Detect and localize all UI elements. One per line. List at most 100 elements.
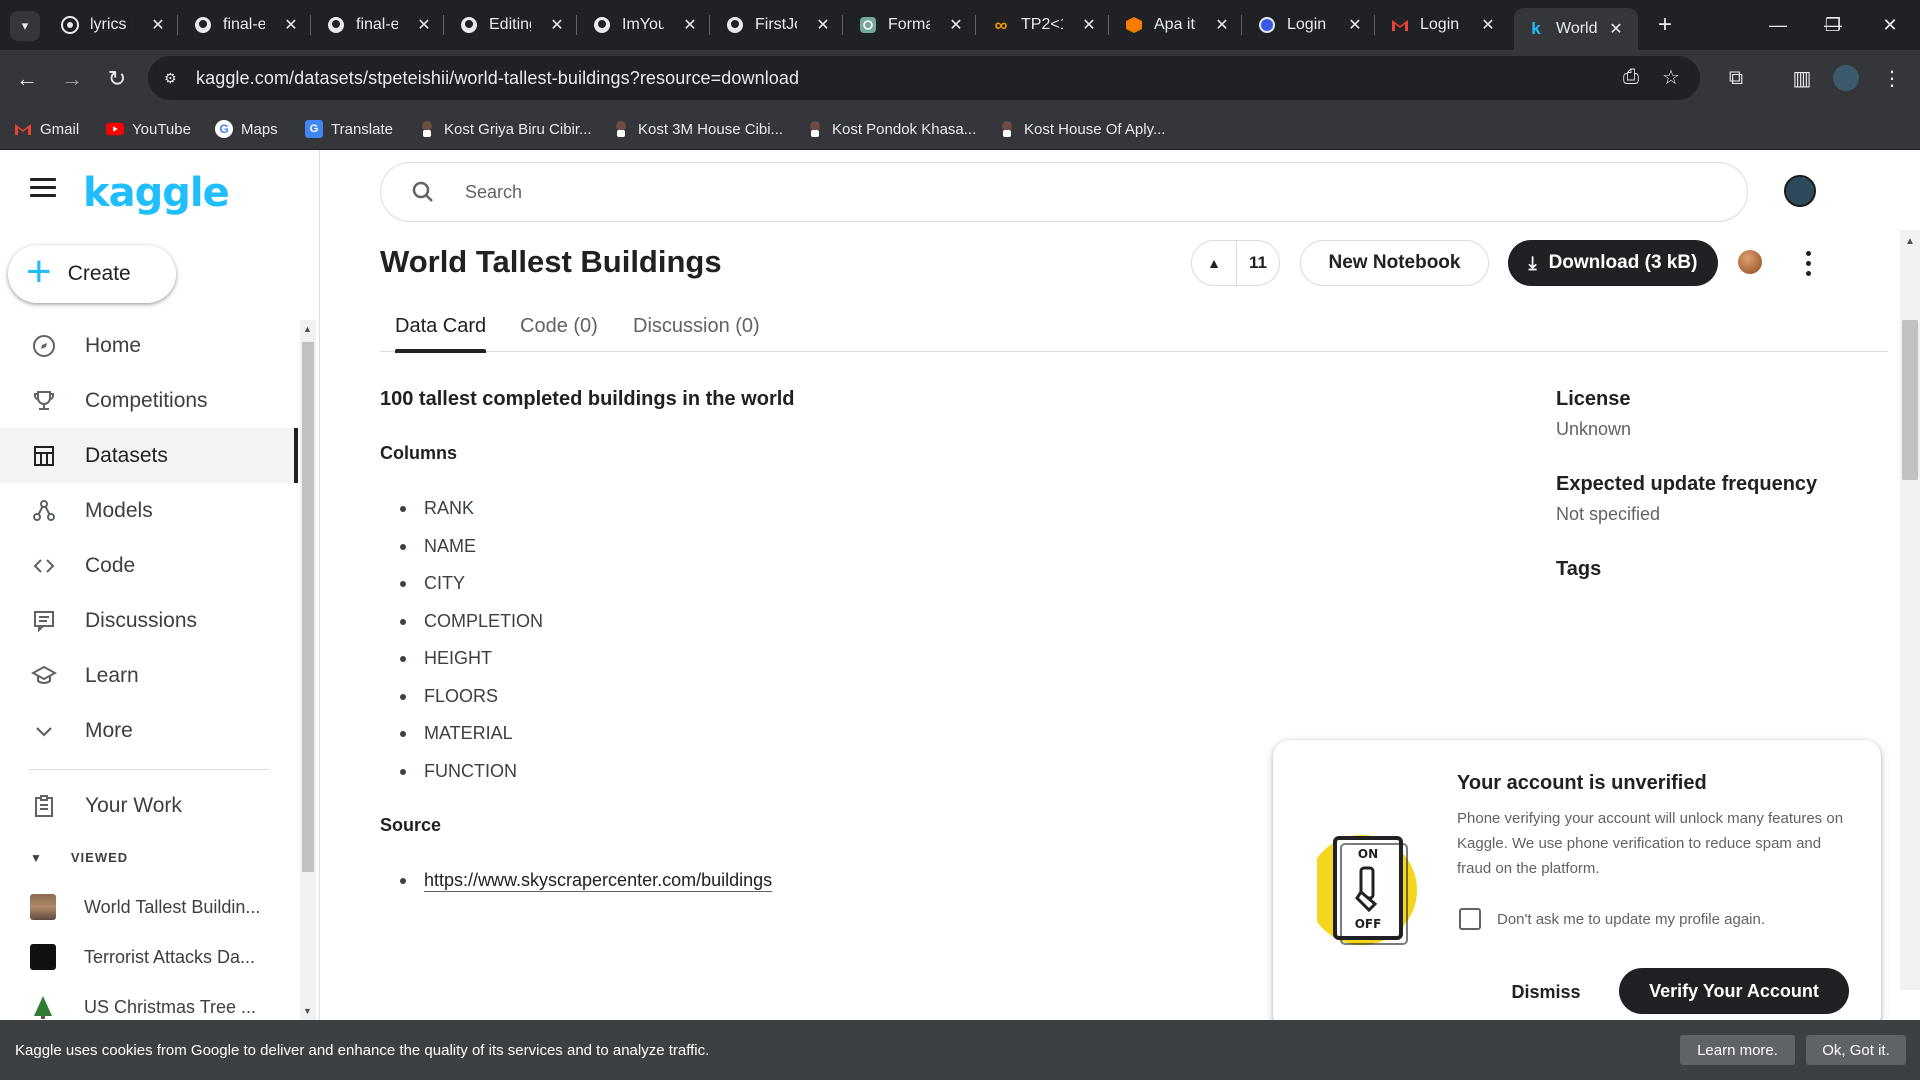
download-button[interactable]: ⤓ Download (3 kB) — [1508, 240, 1718, 286]
close-icon[interactable]: ✕ — [150, 15, 166, 35]
sidebar: kaggle + Create Home Competitions Datase… — [0, 150, 320, 1080]
side-panel-icon[interactable]: ▥ — [1786, 62, 1818, 94]
trophy-icon — [30, 387, 58, 415]
kaggle-k-icon: k — [1531, 19, 1541, 38]
sidebar-item-learn[interactable]: Learn — [0, 648, 298, 703]
dismiss-button[interactable]: Dismiss — [1491, 970, 1601, 1014]
restore-window-icon[interactable]: ❐ — [1818, 10, 1848, 40]
bookmark-kost[interactable]: Kost House Of Aply... — [998, 116, 1165, 142]
close-icon[interactable]: ✕ — [682, 15, 698, 35]
checkbox-box[interactable] — [1459, 908, 1481, 930]
browser-tab[interactable]: ImYour ✕ — [592, 8, 698, 42]
close-icon[interactable]: ✕ — [815, 15, 831, 35]
install-app-icon[interactable]: ⎙ — [1616, 62, 1646, 92]
dont-ask-checkbox[interactable]: Don't ask me to update my profile again. — [1459, 908, 1765, 930]
scrollbar-thumb[interactable] — [1902, 320, 1918, 480]
sidebar-item-competitions[interactable]: Competitions — [0, 373, 298, 428]
viewed-item[interactable]: US Christmas Tree ... — [30, 992, 256, 1022]
sidebar-item-code[interactable]: Code — [0, 538, 298, 593]
kost-icon — [612, 120, 630, 138]
bookmark-kost[interactable]: Kost Griya Biru Cibir... — [418, 116, 592, 142]
close-icon[interactable]: ✕ — [416, 15, 432, 35]
sidebar-item-your-work[interactable]: Your Work — [0, 778, 298, 833]
more-options-icon[interactable] — [1797, 248, 1819, 278]
browser-tab[interactable]: Forma ✕ — [858, 8, 964, 42]
sidebar-item-more[interactable]: More — [0, 703, 298, 758]
scroll-down-arrow[interactable]: ▼ — [303, 1006, 312, 1016]
verify-account-button[interactable]: Verify Your Account — [1619, 968, 1849, 1014]
scrollbar-thumb[interactable] — [302, 342, 314, 872]
bronze-medal-icon[interactable] — [1738, 250, 1762, 274]
kaggle-logo[interactable]: kaggle — [83, 170, 230, 216]
viewed-section-header[interactable]: ▼ VIEWED — [30, 850, 128, 865]
minimize-window-icon[interactable]: — — [1763, 10, 1793, 40]
close-icon[interactable]: ✕ — [1214, 15, 1230, 35]
upvote-arrow-icon[interactable]: ▲ — [1192, 241, 1237, 285]
tab-code[interactable]: Code (0) — [520, 300, 598, 352]
browser-tab[interactable]: ∞ TP2<1 ✕ — [991, 8, 1097, 42]
sidebar-item-home[interactable]: Home — [0, 318, 298, 373]
close-icon[interactable]: ✕ — [1480, 15, 1496, 35]
svg-text:OFF: OFF — [1355, 917, 1382, 931]
sidebar-item-discussions[interactable]: Discussions — [0, 593, 298, 648]
browser-profile-avatar[interactable] — [1830, 62, 1862, 94]
bookmark-star-icon[interactable]: ☆ — [1656, 62, 1686, 92]
new-notebook-button[interactable]: New Notebook — [1300, 240, 1489, 286]
browser-tab[interactable]: Login ✕ — [1390, 8, 1496, 42]
close-icon[interactable]: ✕ — [283, 15, 299, 35]
forward-arrow-icon[interactable]: → — [55, 62, 89, 96]
scroll-up-arrow[interactable]: ▲ — [303, 324, 312, 334]
create-button[interactable]: + Create — [8, 245, 176, 303]
learn-more-button[interactable]: Learn more. — [1680, 1035, 1795, 1065]
viewed-item[interactable]: Terrorist Attacks Da... — [30, 942, 255, 972]
bookmark-maps[interactable]: G Maps — [215, 116, 278, 142]
back-arrow-icon[interactable]: ← — [10, 62, 44, 96]
bookmark-label: Kost Griya Biru Cibir... — [444, 120, 592, 138]
browser-tab[interactable]: final-e ✕ — [193, 8, 299, 42]
sidebar-item-datasets[interactable]: Datasets — [0, 428, 298, 483]
scroll-up-arrow[interactable]: ▲ — [1905, 236, 1915, 247]
sidebar-scrollbar[interactable]: ▲ ▼ — [300, 320, 316, 1020]
bookmark-translate[interactable]: G Translate — [305, 116, 393, 142]
browser-tab[interactable]: final-e ✕ — [326, 8, 432, 42]
main-scrollbar[interactable]: ▲ — [1900, 230, 1920, 990]
close-icon[interactable]: ✕ — [1347, 15, 1363, 35]
viewed-item[interactable]: World Tallest Buildin... — [30, 892, 260, 922]
url-text[interactable]: kaggle.com/datasets/stpeteishii/world-ta… — [196, 68, 799, 89]
column-item: NAME — [400, 536, 476, 557]
browser-tab[interactable]: FirstJo ✕ — [725, 8, 831, 42]
bookmark-gmail[interactable]: Gmail — [14, 116, 79, 142]
bookmark-kost[interactable]: Kost Pondok Khasa... — [806, 116, 976, 142]
search-input[interactable]: Search — [380, 162, 1748, 222]
browser-tab[interactable]: lyrics n ✕ — [60, 8, 166, 42]
tab-data-card[interactable]: Data Card — [395, 300, 487, 353]
address-bar[interactable]: ⚙ kaggle.com/datasets/stpeteishii/world-… — [148, 56, 1700, 100]
new-tab-button[interactable]: + — [1650, 10, 1680, 40]
browser-tab[interactable]: Login ✕ — [1257, 8, 1363, 42]
reload-icon[interactable]: ↻ — [100, 62, 134, 96]
user-avatar[interactable] — [1784, 175, 1816, 207]
close-icon[interactable]: ✕ — [1608, 19, 1624, 39]
bookmark-youtube[interactable]: YouTube — [106, 116, 191, 142]
viewed-item-label: World Tallest Buildin... — [84, 896, 261, 917]
browser-tab[interactable]: Editing ✕ — [459, 8, 565, 42]
site-info-icon[interactable]: ⚙ — [164, 70, 184, 87]
code-icon — [30, 552, 58, 580]
tab-title: Login — [1420, 16, 1460, 33]
github-icon — [459, 15, 479, 35]
extensions-icon[interactable]: ⧉ — [1720, 62, 1752, 94]
close-icon[interactable]: ✕ — [549, 15, 565, 35]
tab-discussion[interactable]: Discussion (0) — [633, 300, 760, 352]
close-icon[interactable]: ✕ — [948, 15, 964, 35]
close-window-icon[interactable]: ✕ — [1875, 10, 1905, 40]
close-icon[interactable]: ✕ — [1081, 15, 1097, 35]
browser-tab-active[interactable]: k World ✕ — [1514, 8, 1638, 50]
ok-got-it-button[interactable]: Ok, Got it. — [1806, 1035, 1906, 1065]
tab-search-dropdown[interactable]: ▾ — [10, 11, 40, 41]
chrome-menu-icon[interactable]: ⋮ — [1876, 62, 1908, 94]
sidebar-item-models[interactable]: Models — [0, 483, 298, 538]
browser-tab[interactable]: Apa itu ✕ — [1124, 8, 1230, 42]
hamburger-menu-icon[interactable] — [30, 178, 56, 198]
source-link[interactable]: https://www.skyscrapercenter.com/buildin… — [424, 870, 773, 892]
bookmark-kost[interactable]: Kost 3M House Cibi... — [612, 116, 783, 142]
